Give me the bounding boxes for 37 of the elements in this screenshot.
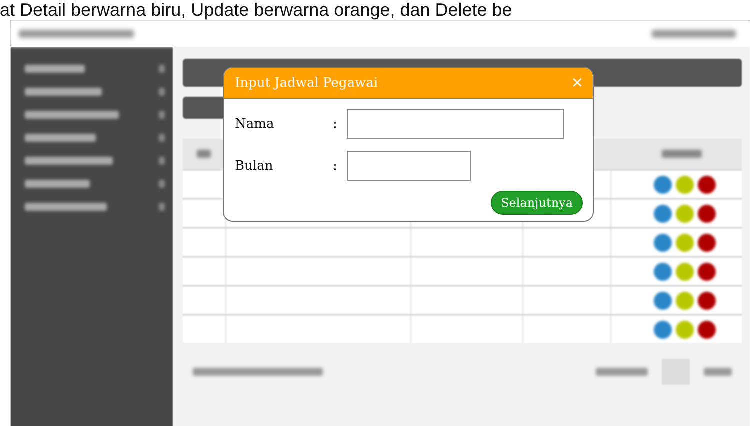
blurred-menu-item[interactable] [25, 111, 119, 119]
caption-text: at Detail berwarna biru, Update berwarna orange, dan Delete be [0, 0, 512, 20]
action-dot[interactable] [676, 262, 694, 280]
blurred-menu-item[interactable] [25, 180, 90, 188]
blurred-menu-item[interactable] [25, 203, 107, 211]
field-label: Nama [235, 116, 276, 132]
colon: : [333, 158, 338, 174]
action-dot[interactable] [676, 292, 694, 310]
blurred-menu-item[interactable] [25, 157, 113, 165]
action-dot[interactable] [676, 204, 694, 222]
blurred-next[interactable] [704, 368, 732, 376]
action-dot[interactable] [698, 204, 716, 222]
action-dot[interactable] [654, 292, 672, 310]
action-dot[interactable] [698, 176, 716, 194]
action-dot[interactable] [698, 262, 716, 280]
input-field[interactable] [347, 109, 564, 139]
colon: : [333, 116, 338, 132]
action-dot[interactable] [654, 176, 672, 194]
action-dot[interactable] [654, 204, 672, 222]
input-field[interactable] [347, 151, 471, 181]
field-label: Bulan [235, 158, 274, 174]
blurred-menu-item[interactable] [25, 88, 102, 96]
action-dot[interactable] [654, 234, 672, 252]
action-dot[interactable] [676, 320, 694, 338]
action-dot[interactable] [698, 320, 716, 338]
close-button[interactable]: × [570, 74, 585, 92]
action-dot[interactable] [676, 234, 694, 252]
action-dot[interactable] [654, 262, 672, 280]
blurred-menu-item[interactable] [25, 134, 96, 142]
next-button[interactable]: Selanjutnya [491, 191, 583, 215]
blurred-previous[interactable] [596, 368, 648, 376]
action-dot[interactable] [654, 320, 672, 338]
action-dot[interactable] [676, 176, 694, 194]
blurred-menu-item[interactable] [25, 65, 85, 73]
action-dot[interactable] [698, 292, 716, 310]
dialog-title: Input Jadwal Pegawai [235, 76, 378, 90]
action-dot[interactable] [698, 234, 716, 252]
